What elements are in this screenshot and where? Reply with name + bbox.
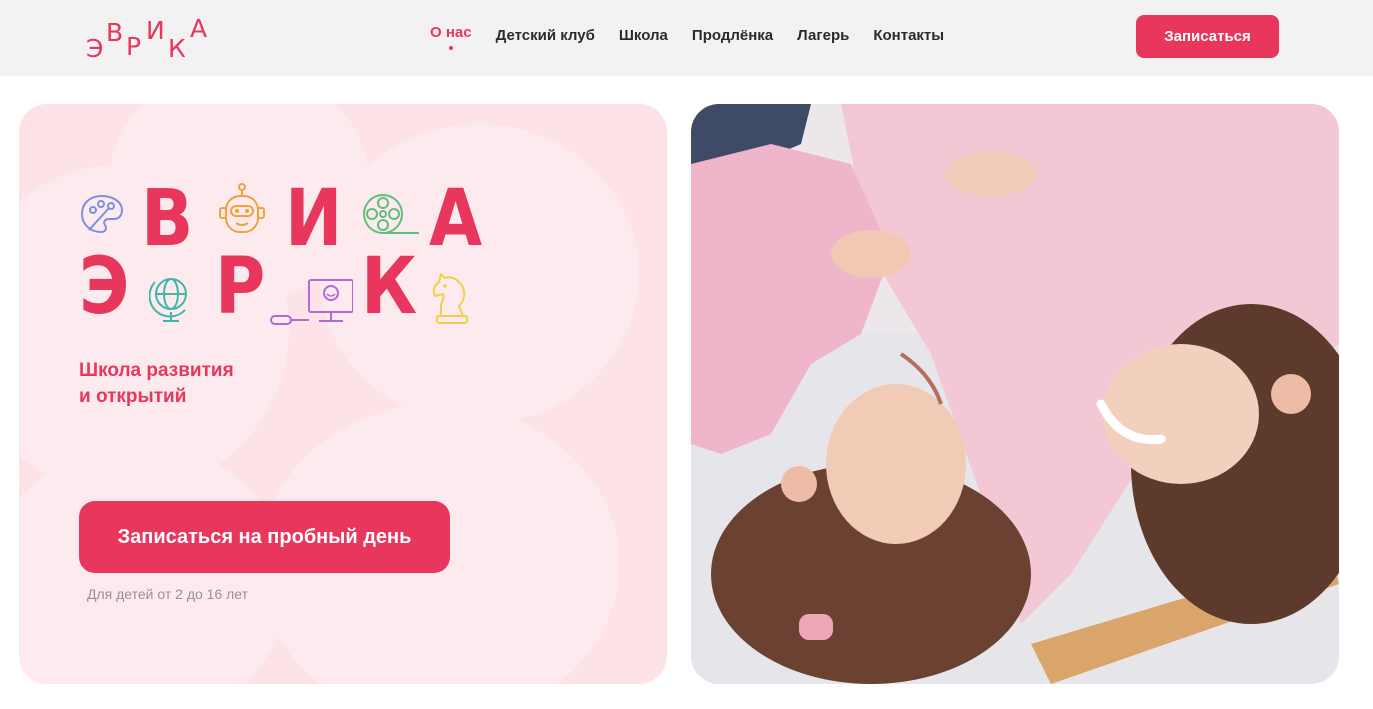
logo-letter: К bbox=[361, 242, 418, 332]
nav-item-after-school[interactable]: Продлёнка bbox=[692, 27, 773, 44]
logo-letter: Р bbox=[126, 32, 143, 61]
nav-item-school[interactable]: Школа bbox=[619, 27, 668, 44]
robot-icon bbox=[219, 183, 265, 233]
hero-logo: В И А Э Р К bbox=[79, 174, 499, 332]
palette-icon bbox=[80, 194, 124, 234]
nav-item-camp[interactable]: Лагерь bbox=[797, 27, 849, 44]
trial-day-button[interactable]: Записаться на пробный день bbox=[79, 501, 450, 573]
mother-and-daughter-photo bbox=[691, 104, 1339, 684]
site-header: Э В Р И К А О нас Детский клуб Школа Про… bbox=[0, 0, 1373, 76]
logo-letter: К bbox=[168, 34, 187, 63]
film-reel-icon bbox=[363, 194, 419, 234]
computer-icon bbox=[270, 279, 353, 325]
logo[interactable]: Э В Р И К А bbox=[86, 12, 216, 64]
tagline-line: и открытий bbox=[79, 386, 187, 407]
globe-icon bbox=[149, 278, 187, 322]
nav-item-about[interactable]: О нас bbox=[430, 24, 472, 50]
main-nav: О нас Детский клуб Школа Продлёнка Лагер… bbox=[430, 24, 968, 50]
nav-item-kids-club[interactable]: Детский клуб bbox=[496, 27, 595, 44]
logo-letter: Р bbox=[215, 242, 266, 332]
logo-letter: Э bbox=[79, 242, 130, 332]
nav-item-contacts[interactable]: Контакты bbox=[873, 27, 944, 44]
hero-card: В И А Э Р К Школа развития и открытий За… bbox=[19, 104, 667, 684]
logo-letter: А bbox=[429, 174, 483, 264]
tagline-line: Школа развития bbox=[79, 360, 234, 381]
logo-letter: И bbox=[285, 174, 343, 264]
logo-letter: Э bbox=[86, 34, 105, 63]
chess-knight-icon bbox=[432, 273, 468, 324]
tagline: Школа развития и открытий bbox=[79, 358, 234, 410]
signup-button[interactable]: Записаться bbox=[1136, 15, 1279, 58]
hero-photo bbox=[691, 104, 1339, 684]
logo-letter: А bbox=[190, 14, 209, 43]
logo-letter: В bbox=[141, 174, 194, 264]
age-note: Для детей от 2 до 16 лет bbox=[87, 586, 249, 602]
logo-letter: И bbox=[146, 16, 166, 45]
logo-letter: В bbox=[106, 18, 125, 47]
